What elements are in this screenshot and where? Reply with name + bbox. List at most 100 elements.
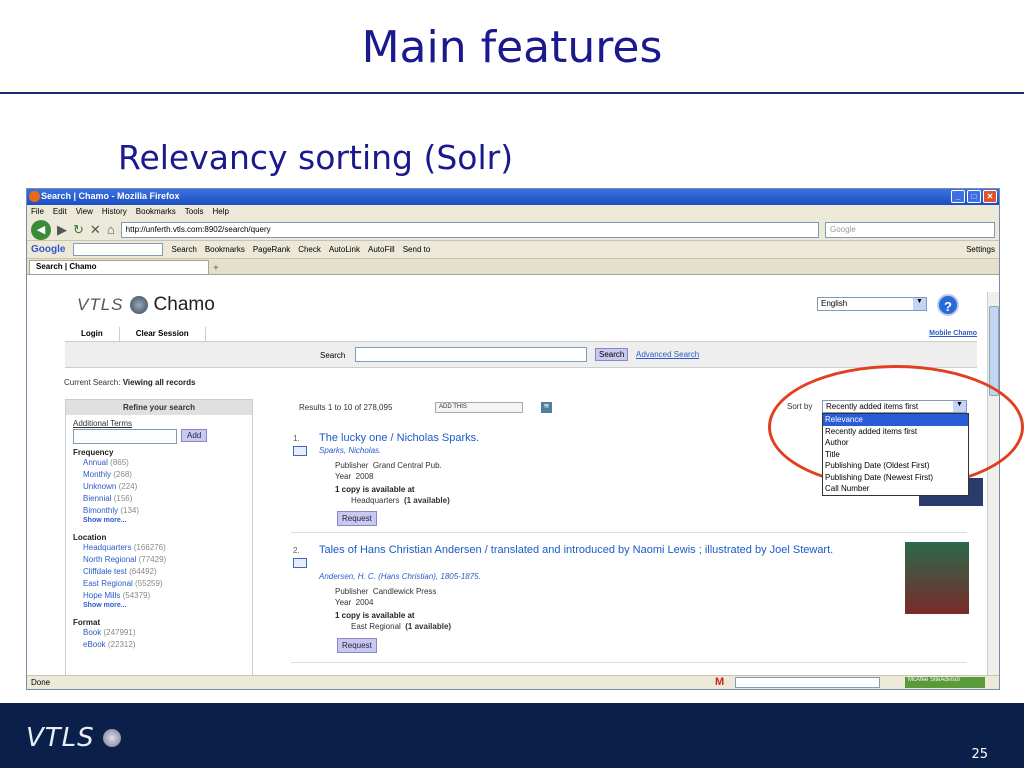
menu-edit[interactable]: Edit xyxy=(53,207,67,217)
toolbar-autofill[interactable]: AutoFill xyxy=(368,245,395,254)
sort-option[interactable]: Recently added items first xyxy=(823,426,968,438)
maximize-button[interactable]: □ xyxy=(967,190,981,203)
globe-icon xyxy=(102,729,121,747)
chamo-logo: VTLS Chamo xyxy=(77,294,215,316)
facet-item[interactable]: Book (247991) xyxy=(73,627,245,639)
mcafee-icon[interactable]: M xyxy=(715,676,724,688)
slide-subtitle: Relevancy sorting (Solr) xyxy=(118,138,514,177)
facet-item[interactable]: Headquarters (166276) xyxy=(73,542,245,554)
forward-arrow-icon[interactable]: ▶ xyxy=(57,222,67,238)
sort-option[interactable]: Publishing Date (Oldest First) xyxy=(823,460,968,472)
results-summary: Results 1 to 10 of 278,095 xyxy=(299,403,393,412)
refine-header: Refine your search xyxy=(66,400,252,415)
search-input[interactable] xyxy=(355,347,587,362)
add-button[interactable]: Add xyxy=(181,429,208,443)
facet-item[interactable]: Cliffdale test (64492) xyxy=(73,566,245,578)
reload-icon[interactable]: ↻ xyxy=(73,222,84,238)
menu-history[interactable]: History xyxy=(102,207,127,217)
menu-help[interactable]: Help xyxy=(212,207,228,217)
facet-item[interactable]: North Regional (77429) xyxy=(73,554,245,566)
help-icon[interactable]: ? xyxy=(937,294,959,316)
additional-terms-input[interactable] xyxy=(73,429,177,444)
logo-vtls-text: VTLS xyxy=(77,295,124,314)
show-more-link[interactable]: Show more... xyxy=(73,602,245,609)
toolbar-autolink[interactable]: AutoLink xyxy=(329,245,360,254)
facet-item[interactable]: Monthly (268) xyxy=(73,469,245,481)
globe-icon xyxy=(129,296,148,314)
back-arrow-icon[interactable]: ◀ xyxy=(31,219,51,240)
vertical-scrollbar[interactable] xyxy=(987,292,999,675)
menu-file[interactable]: File xyxy=(31,207,44,217)
search-bar: Search Search Advanced Search xyxy=(65,342,977,368)
record-copy-text: 1 copy is available at xyxy=(335,485,415,494)
refine-panel: Refine your search Additional Terms Add … xyxy=(65,399,253,675)
mobile-chamo-link[interactable]: Mobile Chamo xyxy=(929,330,977,337)
toolbar-search[interactable]: Search xyxy=(171,245,196,254)
record-year: Year 2008 xyxy=(335,472,374,481)
status-text: Done xyxy=(31,678,51,687)
footer-logo: VTLS xyxy=(26,723,121,753)
record-publisher: Publisher Grand Central Pub. xyxy=(335,461,442,470)
record-title[interactable]: Tales of Hans Christian Andersen / trans… xyxy=(319,544,909,557)
sort-dropdown-list: Relevance Recently added items first Aut… xyxy=(822,413,969,496)
sort-option[interactable]: Relevance xyxy=(823,414,968,426)
minimize-button[interactable]: _ xyxy=(951,190,965,203)
book-cover-image xyxy=(905,542,969,614)
record-number: 1. xyxy=(293,434,300,443)
home-icon[interactable]: ⌂ xyxy=(107,222,115,237)
facet-item[interactable]: Annual (865) xyxy=(73,457,245,469)
language-select[interactable]: English ▼ xyxy=(817,297,927,311)
toolbar-sendto[interactable]: Send to xyxy=(403,245,431,254)
toolbar-settings[interactable]: Settings xyxy=(966,245,995,254)
facet-item[interactable]: Hope Mills (54379) xyxy=(73,590,245,602)
current-search: Current Search: Viewing all records xyxy=(64,378,195,387)
facet-item[interactable]: eBook (22312) xyxy=(73,639,245,651)
rss-icon[interactable]: ≋ xyxy=(541,402,552,413)
record-copy-text: 1 copy is available at xyxy=(335,611,415,620)
mcafee-siteadvisor[interactable]: McAfee SiteAdvisor xyxy=(905,677,985,688)
firefox-icon xyxy=(29,191,40,202)
navigation-toolbar: ◀ ▶ ↻ ✕ ⌂ http://unferth.vtls.com:8902/s… xyxy=(27,219,999,241)
request-button[interactable]: Request xyxy=(337,511,377,526)
browser-search-box[interactable]: Google xyxy=(825,221,995,238)
menu-bookmarks[interactable]: Bookmarks xyxy=(136,207,176,217)
search-label: Search xyxy=(320,351,346,360)
show-more-link[interactable]: Show more... xyxy=(73,517,245,524)
window-title: Search | Chamo - Mozilla Firefox xyxy=(41,191,180,201)
facet-format: Format Book (247991) eBook (22312) xyxy=(73,618,245,651)
facet-item[interactable]: Biennial (156) xyxy=(73,493,245,505)
facet-item[interactable]: East Regional (55259) xyxy=(73,578,245,590)
statusbar-search-input[interactable] xyxy=(735,677,880,688)
menu-tools[interactable]: Tools xyxy=(185,207,204,217)
toolbar-bookmarks[interactable]: Bookmarks xyxy=(205,245,245,254)
sort-option[interactable]: Author xyxy=(823,437,968,449)
scrollbar-thumb[interactable] xyxy=(989,306,999,396)
new-tab-icon[interactable]: + xyxy=(213,263,219,274)
close-window-button[interactable]: ✕ xyxy=(983,190,997,203)
toolbar-check[interactable]: Check xyxy=(298,245,321,254)
toolbar-pagerank[interactable]: PageRank xyxy=(253,245,290,254)
footer-logo-text: VTLS xyxy=(26,723,95,753)
google-toolbar-input[interactable] xyxy=(73,243,164,256)
record-author[interactable]: Andersen, H. C. (Hans Christian), 1805-1… xyxy=(319,572,481,581)
record-location: East Regional (1 available) xyxy=(351,622,452,631)
footer-bar: VTLS 25 xyxy=(0,703,1024,768)
sort-option[interactable]: Call Number xyxy=(823,483,968,495)
sort-option[interactable]: Title xyxy=(823,449,968,461)
facet-item[interactable]: Unknown (224) xyxy=(73,481,245,493)
book-icon xyxy=(293,446,307,456)
menu-view[interactable]: View xyxy=(76,207,93,217)
login-link[interactable]: Login xyxy=(65,327,120,341)
search-button[interactable]: Search xyxy=(595,348,629,361)
record-author[interactable]: Sparks, Nicholas. xyxy=(319,446,381,455)
request-button[interactable]: Request xyxy=(337,638,377,653)
addthis-button[interactable]: ADD THIS xyxy=(435,402,523,413)
facet-item[interactable]: Bimonthly (134) xyxy=(73,505,245,517)
logo-chamo-text: Chamo xyxy=(153,294,215,315)
advanced-search-link[interactable]: Advanced Search xyxy=(636,350,699,359)
url-bar[interactable]: http://unferth.vtls.com:8902/search/quer… xyxy=(120,221,819,238)
clear-session-link[interactable]: Clear Session xyxy=(120,327,206,341)
stop-icon[interactable]: ✕ xyxy=(90,222,101,238)
sort-option[interactable]: Publishing Date (Newest First) xyxy=(823,472,968,484)
tab-search-chamo[interactable]: Search | Chamo xyxy=(29,260,209,274)
